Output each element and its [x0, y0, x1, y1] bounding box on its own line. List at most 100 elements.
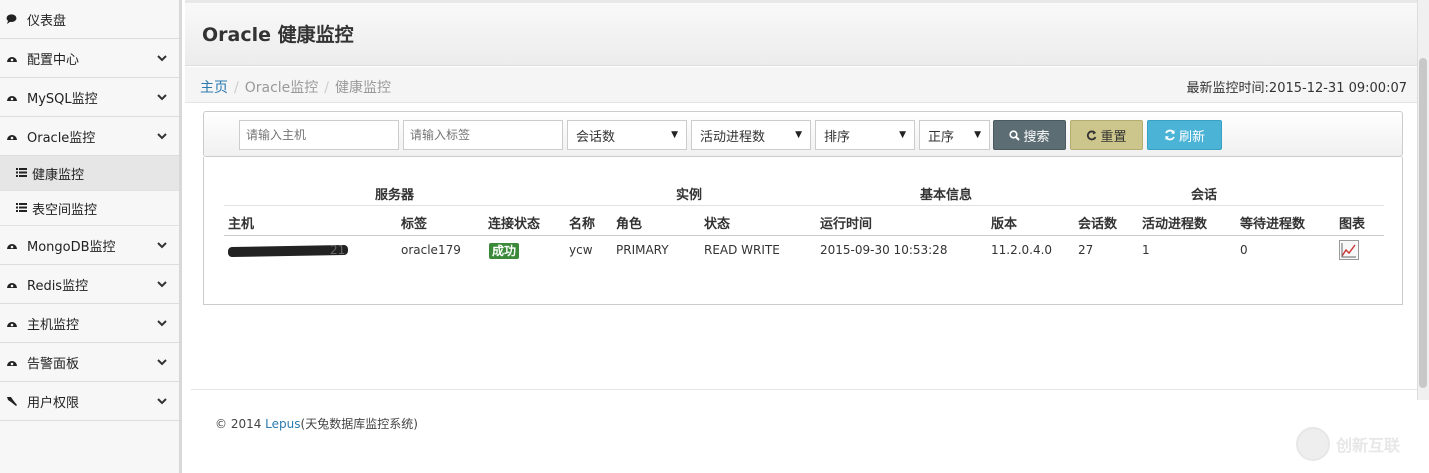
sidebar-item-oracle[interactable]: Oracle监控	[0, 117, 179, 156]
filter-bar: 会话数 ▼ 活动进程数 ▼ 排序 ▼ 正序 ▼ 搜索 重置	[203, 111, 1403, 157]
sidebar-item-mysql[interactable]: MySQL监控	[0, 78, 179, 117]
breadcrumb-separator: /	[324, 80, 329, 96]
header-divider	[224, 205, 1384, 206]
sidebar-item-config-center[interactable]: 配置中心	[0, 39, 179, 78]
chevron-down-icon	[157, 92, 167, 102]
dashboard-icon	[6, 318, 24, 328]
scrollbar-thumb[interactable]	[1419, 58, 1427, 388]
col-version[interactable]: 版本	[991, 213, 1017, 232]
host-search-input[interactable]	[239, 120, 399, 150]
sidebar-item-label: Oracle监控	[27, 130, 96, 146]
sidebar-item-user-permissions[interactable]: 用户权限	[0, 382, 179, 421]
col-name[interactable]: 名称	[569, 213, 595, 232]
sessions-cell: 27	[1078, 243, 1094, 257]
dashboard-icon	[6, 53, 24, 63]
watermark-text: 创新互联	[1336, 436, 1401, 455]
col-waiting-processes[interactable]: 等待进程数	[1240, 213, 1305, 232]
order-select-value: 正序	[928, 129, 955, 145]
col-uptime[interactable]: 运行时间	[820, 213, 872, 232]
sort-select-value: 排序	[824, 129, 851, 145]
col-state[interactable]: 状态	[704, 213, 730, 232]
sidebar-subitem-label: 表空间监控	[32, 202, 98, 218]
sidebar-subitem-health[interactable]: 健康监控	[0, 156, 179, 191]
order-select[interactable]: 正序 ▼	[919, 120, 990, 150]
sidebar-item-label: 仪表盘	[27, 13, 67, 29]
state-cell: READ WRITE	[704, 243, 780, 257]
search-icon	[1009, 129, 1021, 141]
chevron-down-icon	[157, 279, 167, 289]
sidebar-subitem-tablespace[interactable]: 表空间监控	[0, 191, 179, 226]
caret-down-icon: ▼	[899, 130, 906, 140]
footer: © 2014 Lepus(天兔数据库监控系统)	[215, 415, 418, 432]
dashboard-icon	[6, 279, 24, 289]
col-sessions[interactable]: 会话数	[1078, 213, 1117, 232]
dashboard-icon	[6, 92, 24, 102]
watermark: 创新互联	[1296, 424, 1426, 464]
sidebar-item-label: 配置中心	[27, 52, 80, 68]
sidebar-item-mongodb[interactable]: MongoDB监控	[0, 226, 179, 265]
footer-copyright: © 2014	[215, 417, 266, 431]
sidebar-item-label: MongoDB监控	[27, 239, 116, 255]
tag-cell: oracle179	[401, 243, 461, 257]
reset-icon	[1086, 130, 1097, 141]
reset-button[interactable]: 重置	[1070, 120, 1143, 150]
sessions-select[interactable]: 会话数 ▼	[567, 120, 687, 150]
sidebar-item-redis[interactable]: Redis监控	[0, 265, 179, 304]
footer-divider	[191, 389, 1417, 390]
active-process-select[interactable]: 活动进程数 ▼	[691, 120, 811, 150]
footer-system-name: (天兔数据库监控系统)	[300, 417, 418, 431]
role-cell: PRIMARY	[616, 243, 669, 257]
wrench-icon	[6, 396, 24, 407]
version-cell: 11.2.0.4.0	[991, 243, 1053, 257]
uptime-cell: 2015-09-30 10:53:28	[820, 243, 948, 257]
search-button[interactable]: 搜索	[993, 120, 1066, 150]
tag-search-input[interactable]	[403, 120, 563, 150]
last-monitor-time: 最新监控时间:2015-12-31 09:00:07	[1186, 81, 1407, 96]
health-table: 服务器 实例 基本信息 会话 主机 标签 连接状态 名称 角色 状态 运行时间 …	[203, 157, 1403, 305]
sidebar-item-dashboard[interactable]: 仪表盘	[0, 0, 179, 39]
header-divider	[224, 235, 1384, 236]
sort-select[interactable]: 排序 ▼	[815, 120, 915, 150]
chevron-down-icon	[157, 131, 167, 141]
sidebar-item-host[interactable]: 主机监控	[0, 304, 179, 343]
sidebar-item-alerts[interactable]: 告警面板	[0, 343, 179, 382]
footer-brand-link[interactable]: Lepus	[265, 417, 300, 431]
dashboard-icon	[6, 357, 24, 367]
active-cell: 1	[1142, 243, 1150, 257]
group-header-instance: 实例	[676, 188, 703, 203]
refresh-button[interactable]: 刷新	[1147, 120, 1222, 150]
caret-down-icon: ▼	[795, 130, 802, 140]
col-active-processes[interactable]: 活动进程数	[1142, 213, 1207, 232]
conn-status-cell: 成功	[489, 242, 520, 259]
host-cell: 21	[330, 243, 346, 257]
dashboard-icon	[6, 131, 24, 141]
comment-icon	[6, 14, 24, 24]
caret-down-icon: ▼	[974, 130, 981, 140]
group-header-server: 服务器	[375, 188, 415, 203]
breadcrumb-oracle[interactable]: Oracle监控	[245, 80, 319, 96]
col-role[interactable]: 角色	[616, 213, 642, 232]
page-header: Oracle 健康监控	[185, 3, 1425, 66]
group-header-basic-info: 基本信息	[920, 188, 973, 203]
sidebar-item-label: Redis监控	[27, 278, 89, 294]
breadcrumb: 主页 / Oracle监控 / 健康监控	[200, 77, 391, 97]
refresh-icon	[1164, 129, 1176, 141]
breadcrumb-home-link[interactable]: 主页	[200, 80, 228, 96]
page-title: Oracle 健康监控	[202, 24, 354, 46]
chevron-down-icon	[157, 318, 167, 328]
chart-icon[interactable]	[1339, 240, 1359, 260]
status-badge: 成功	[489, 243, 520, 259]
col-conn-status[interactable]: 连接状态	[488, 213, 540, 232]
breadcrumb-bar: 主页 / Oracle监控 / 健康监控 最新监控时间:2015-12-31 09:00…	[185, 67, 1425, 103]
caret-down-icon: ▼	[671, 130, 678, 140]
group-header-sessions: 会话	[1191, 188, 1218, 203]
col-host[interactable]: 主机	[228, 213, 254, 232]
col-tag[interactable]: 标签	[401, 213, 427, 232]
dashboard-icon	[6, 240, 24, 250]
watermark-logo-icon	[1296, 427, 1330, 461]
refresh-button-label: 刷新	[1178, 129, 1205, 145]
chevron-down-icon	[157, 396, 167, 406]
chevron-down-icon	[157, 357, 167, 367]
breadcrumb-current: 健康监控	[335, 80, 391, 96]
breadcrumb-separator: /	[234, 80, 239, 96]
